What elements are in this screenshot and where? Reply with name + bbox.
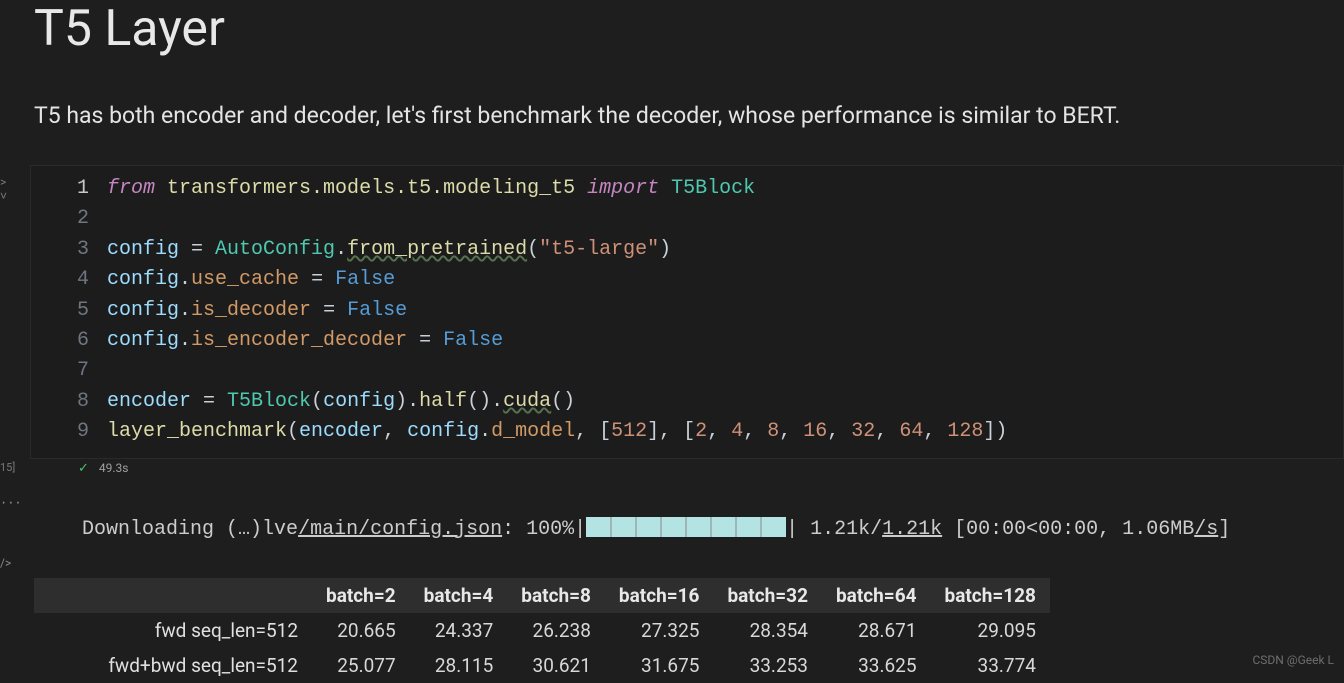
cell: 25.077 [312, 648, 410, 683]
cell: 30.621 [507, 648, 605, 683]
cell: 28.354 [713, 613, 822, 648]
line-number: 3 [31, 235, 107, 265]
col-header: batch=128 [931, 578, 1050, 613]
cell: 33.253 [713, 648, 822, 683]
col-header: batch=2 [312, 578, 410, 613]
cell: 20.665 [312, 613, 410, 648]
line-number: 7 [31, 356, 107, 386]
execution-count: 15] [0, 461, 15, 474]
line-number: 6 [31, 326, 107, 356]
cell: 33.774 [931, 648, 1050, 683]
section-description: T5 has both encoder and decoder, let's f… [34, 102, 1344, 129]
cell: 33.625 [822, 648, 931, 683]
code-cell[interactable]: 1from transformers.models.t5.modeling_t5… [30, 165, 1344, 459]
line-number: 8 [31, 387, 107, 417]
col-header: batch=16 [605, 578, 714, 613]
line-number: 9 [31, 417, 107, 447]
progress-bar [586, 517, 786, 537]
table-row: fwd seq_len=512 20.665 24.337 26.238 27.… [34, 613, 1050, 648]
cell: 29.095 [931, 613, 1050, 648]
line-number: 1 [31, 174, 107, 204]
cell-gutter-collapse[interactable]: > ˅ [0, 175, 7, 203]
line-number: 5 [31, 296, 107, 326]
config-json-link[interactable]: /main/config.json [298, 518, 502, 541]
section-heading: T5 Layer [34, 0, 1344, 58]
code-block[interactable]: 1from transformers.models.t5.modeling_t5… [31, 166, 1343, 458]
line-number: 4 [31, 265, 107, 295]
cell: 31.675 [605, 648, 714, 683]
cell: 26.238 [507, 613, 605, 648]
col-header: batch=64 [822, 578, 931, 613]
table-row: fwd+bwd seq_len=512 25.077 28.115 30.621… [34, 648, 1050, 683]
output-gutter-icon: ··· [0, 496, 22, 510]
cell: 28.671 [822, 613, 931, 648]
execution-status: 15] ✓ 49.3s [34, 459, 1344, 478]
size-link[interactable]: 1.21k [882, 518, 942, 541]
col-header: batch=4 [410, 578, 508, 613]
line-number: 2 [31, 204, 107, 234]
cell: 27.325 [605, 613, 714, 648]
watermark: CSDN @Geek L [1252, 653, 1334, 667]
row-header: fwd+bwd seq_len=512 [34, 648, 312, 683]
table-header-row: batch=2 batch=4 batch=8 batch=16 batch=3… [34, 578, 1050, 613]
rate-link[interactable]: /s [1194, 518, 1218, 541]
cell-output: ···Downloading (…)lve/main/config.json: … [34, 478, 1344, 578]
benchmark-table: batch=2 batch=4 batch=8 batch=16 batch=3… [34, 578, 1050, 683]
cell: 24.337 [410, 613, 508, 648]
check-icon: ✓ [78, 461, 89, 476]
col-header: batch=32 [713, 578, 822, 613]
col-header: batch=8 [507, 578, 605, 613]
cell: 28.115 [410, 648, 508, 683]
row-header: fwd seq_len=512 [34, 613, 312, 648]
output-type-icon: /> [0, 556, 11, 570]
execution-time: 49.3s [99, 461, 129, 475]
